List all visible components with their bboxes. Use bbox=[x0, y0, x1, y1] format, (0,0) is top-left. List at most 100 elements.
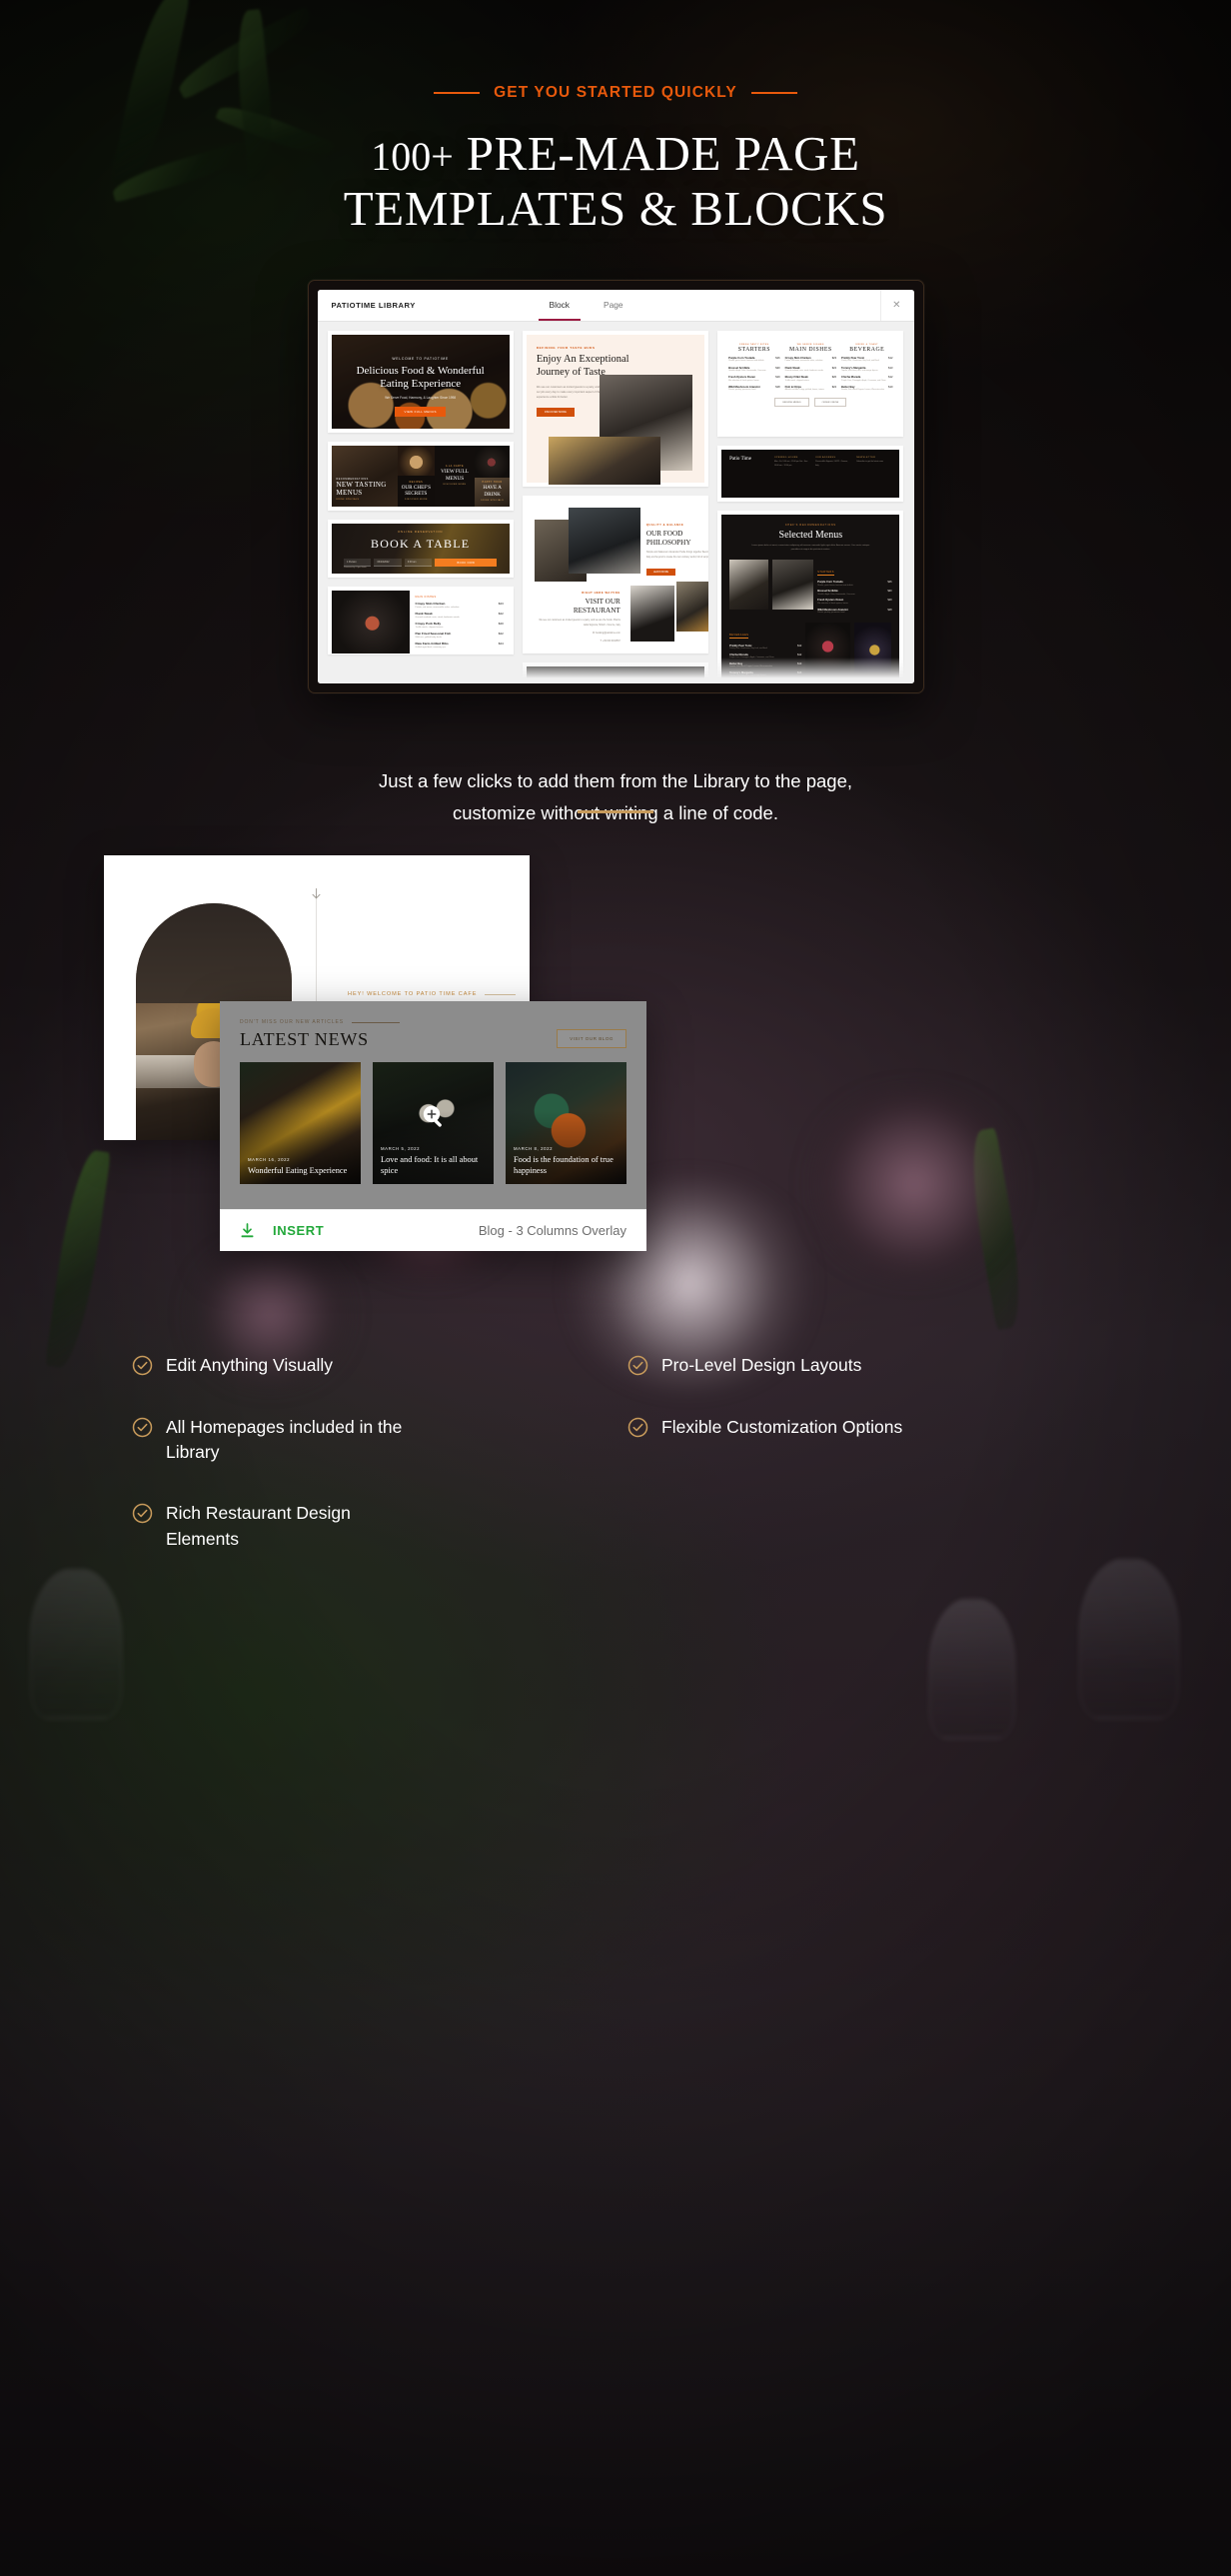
news-card-date: MARCH 8, 2022 bbox=[514, 1146, 554, 1152]
thumb-drink-title: HAVE A DRINK bbox=[483, 485, 502, 497]
thumb-menu-buttons: BROWSE MENUS ORDER ONLINE bbox=[728, 398, 892, 408]
thumb-menu-table: FRESH TASTY BITES STARTERS Purple Corn T… bbox=[721, 334, 900, 433]
thumb-journey-title-l2: Journey of Taste bbox=[536, 366, 606, 378]
zoom-in-icon[interactable] bbox=[421, 1103, 447, 1129]
dish-name: Pan Fried Seasonal Fish bbox=[415, 632, 452, 637]
library-block-grid[interactable]: WELCOME TO PATIOTIME Delicious Food & Wo… bbox=[317, 321, 914, 683]
thumb-book-button: BOOK NOW bbox=[435, 559, 498, 568]
block-card-footer[interactable]: Patio Time OPENING HOURS Mon - Fri: 9:00… bbox=[717, 445, 904, 502]
insert-button[interactable]: INSERT bbox=[240, 1222, 325, 1239]
menu-item: Crispy Skin Chicken $23 Potato, red onion,… bbox=[785, 357, 836, 363]
news-card-caption: MARCH 5, 2022 Love and food: It is all a… bbox=[381, 1146, 486, 1176]
tab-page[interactable]: Page bbox=[587, 290, 640, 321]
thumb-selected-lead: Lorem ipsum dolor sit amet, consectetuer… bbox=[751, 544, 870, 551]
block-card-selected-menus[interactable]: CHEF'S RECOMMENDATIONS Selected Menus Lo… bbox=[717, 510, 904, 683]
insert-label: INSERT bbox=[273, 1223, 325, 1239]
thumb-footer-col-3: NEWSLETTER Subscribe to get the latest n… bbox=[856, 457, 891, 491]
block-card-hero[interactable]: WELCOME TO PATIOTIME Delicious Food & Wo… bbox=[327, 330, 514, 433]
menu-item-desc: Ground seafood, oats, steak, bodrumin se… bbox=[784, 370, 823, 373]
thumb-alacarte-cta: DISCOVER MORE bbox=[443, 483, 467, 486]
thumb-dish-item: Raw Farm-Grilled Ribs $24 Grilled aged be… bbox=[416, 642, 504, 648]
preview-composition: HEY! WELCOME TO PATIO TIME CAFE OUR STOR… bbox=[0, 855, 1231, 1275]
thumb-journey-title-l1: Enjoy An Exceptional bbox=[536, 353, 629, 365]
block-card-tasting-menus[interactable]: RECOMMENDATIONS NEW TASTING MENUS DRINK … bbox=[327, 441, 514, 511]
feature-item: Flexible Customization Options bbox=[627, 1415, 1099, 1440]
dish-name: Flank Steak bbox=[415, 612, 433, 617]
menu-item: Purple Corn Tostada $16 Ricotta, goat chee… bbox=[728, 357, 779, 363]
headline-line-1: PRE-MADE PAGE bbox=[466, 126, 860, 181]
selected-item-price: $16 bbox=[887, 581, 892, 585]
block-card-wide-dark[interactable] bbox=[522, 661, 709, 683]
block-card-food-philosophy[interactable]: QUALITY & BALANCE OUR FOOD PHILOSOPHY Si… bbox=[522, 495, 709, 653]
selected-item: Fresh Oysters Dozen $19 Mix selection of f… bbox=[817, 599, 891, 605]
thumb-tasting-grid: RECOMMENDATIONS NEW TASTING MENUS DRINK … bbox=[331, 445, 510, 507]
thumb-visit-title-l1: VISIT OUR bbox=[585, 597, 620, 606]
thumb-dish-list: MAIN DISHES Crispy Skin Chicken $23 Potat… bbox=[331, 590, 510, 653]
menu-column-kicker: WE SERVE DISHES bbox=[796, 343, 824, 346]
subtitle-line-1: Just a few clicks to add them from the L… bbox=[378, 769, 853, 791]
thumb-book-field-date: 03/24/2022 bbox=[374, 559, 402, 568]
feature-label: All Homepages included in the Library bbox=[166, 1416, 403, 1463]
feature-label: Rich Restaurant Design Elements bbox=[166, 1503, 351, 1549]
thumb-visit-title: VISIT OUR RESTAURANT bbox=[535, 598, 620, 616]
tab-block[interactable]: Block bbox=[533, 290, 587, 321]
news-card[interactable]: MARCH 8, 2022 Food is the foundation of … bbox=[506, 1062, 626, 1185]
block-card-menu-table[interactable]: FRESH TASTY BITES STARTERS Purple Corn T… bbox=[717, 330, 904, 437]
dish-desc: Grilled aged beef, rosemary jus bbox=[415, 645, 446, 648]
thumb-philosophy-text: QUALITY & BALANCE OUR FOOD PHILOSOPHY Si… bbox=[645, 524, 709, 578]
block-card-journey-of-taste[interactable]: DEFINING YOUR TASTE BUDS Enjoy An Except… bbox=[522, 330, 709, 487]
thumb-drink-cta: DRINK SPECIALS bbox=[481, 499, 505, 502]
dish-name: Crispy Pork Belly bbox=[415, 622, 442, 627]
block-card-book-a-table[interactable]: ONLINE RESERVATION BOOK A TABLE 1 Person… bbox=[327, 519, 514, 578]
check-circle-icon bbox=[627, 1417, 648, 1437]
thumb-journey-image-bottom bbox=[548, 436, 660, 485]
thumb-journey-kicker: DEFINING YOUR TASTE BUDS bbox=[536, 345, 596, 350]
thumb-dish-item: Flank Steak $22 Ground seafood, oats, ste… bbox=[416, 612, 504, 619]
thumb-tasting-cell-2-text: RECIPES OUR CHEF'S SECRETS DISCOVER MORE bbox=[398, 476, 435, 507]
library-column-1: WELCOME TO PATIOTIME Delicious Food & Wo… bbox=[327, 330, 514, 683]
library-header: PATIOTIME LIBRARY Block Page ✕ bbox=[317, 289, 914, 322]
dish-price: $22 bbox=[498, 612, 504, 617]
visit-our-blog-button[interactable]: VISIT OUR BLOG bbox=[557, 1029, 626, 1049]
dish-price: $20 bbox=[498, 622, 504, 627]
feature-column-right: Pro-Level Design Layouts Flexible Custom… bbox=[627, 1353, 1099, 1588]
menu-item-name: Chicha Morada bbox=[841, 376, 861, 380]
dish-name: Raw Farm-Grilled Ribs bbox=[415, 642, 449, 646]
menu-column-head: WE SERVE DISHES MAIN DISHES bbox=[785, 344, 836, 353]
thumb-footer-brand-col: Patio Time bbox=[729, 457, 768, 491]
selected-item-desc: Purple Corn, Pineapple, Apple, Cinnamon,… bbox=[729, 656, 774, 659]
thumb-drink-title-l1: HAVE A bbox=[483, 485, 502, 492]
story-kicker-rule bbox=[485, 993, 516, 995]
dish-desc: Ground seafood, oats, steak, bodrumin se… bbox=[415, 616, 460, 619]
feature-item: Edit Anything Visually bbox=[132, 1353, 604, 1378]
close-icon[interactable]: ✕ bbox=[880, 289, 913, 321]
check-circle-icon bbox=[132, 1504, 153, 1524]
thumb-philosophy-title-l1: OUR FOOD bbox=[645, 529, 683, 538]
thumb-philosophy-body: Simple and balanced. Alexander Petite br… bbox=[645, 552, 709, 559]
thumb-hero-text: WELCOME TO PATIOTIME Delicious Food & Wo… bbox=[332, 357, 510, 418]
menu-item-desc: Mix selection of fresh oysters, lemon bbox=[728, 379, 759, 382]
page-title: 100+ PRE-MADE PAGE TEMPLATES & BLOCKS bbox=[0, 126, 1231, 237]
arrow-down-icon bbox=[312, 888, 321, 899]
block-card-dish-list[interactable]: MAIN DISHES Crispy Skin Chicken $23 Potat… bbox=[327, 586, 514, 654]
thumb-hero-sub: We Serve Food, Harmony, & Laughter Since… bbox=[385, 396, 457, 401]
thumb-hero: WELCOME TO PATIOTIME Delicious Food & Wo… bbox=[331, 334, 510, 429]
news-card[interactable]: MARCH 16, 2022 Wonderful Eating Experien… bbox=[240, 1062, 361, 1185]
news-card[interactable]: MARCH 5, 2022 Love and food: It is all a… bbox=[373, 1062, 494, 1185]
library-window: PATIOTIME LIBRARY Block Page ✕ WELCOME T… bbox=[307, 279, 924, 693]
menu-item-price: $22 bbox=[831, 366, 837, 370]
thumb-visit-phone: T: +39 000 0044567 bbox=[600, 640, 620, 643]
news-card-list: MARCH 16, 2022 Wonderful Eating Experien… bbox=[240, 1062, 626, 1185]
thumb-menu-button-order: ORDER ONLINE bbox=[813, 398, 847, 408]
thumb-tasting-caption: RECOMMENDATIONS NEW TASTING MENUS DRINK … bbox=[337, 478, 399, 501]
thumb-tasting-cell-3: A LA CARTE VIEW FULL MENUS DISCOVER MORE bbox=[434, 445, 476, 507]
menu-item-price: $12 bbox=[888, 376, 893, 380]
check-circle-icon bbox=[627, 1356, 648, 1376]
thumb-footer-col2-body: Piazza della Signoria, 50122 - Firenze, … bbox=[815, 460, 848, 467]
thumb-visit-email: M: booking@patiotime.com bbox=[592, 632, 620, 635]
thumb-footer-col1-body: Mon - Fri: 9:00 am - 11:00 pm Sat - Sun:… bbox=[773, 460, 808, 467]
menu-item: Chicha Morada $12 Purple Corn, Pineapple, … bbox=[841, 376, 892, 382]
thumb-menu-columns: FRESH TASTY BITES STARTERS Purple Corn T… bbox=[728, 344, 892, 392]
library-window-inner: PATIOTIME LIBRARY Block Page ✕ WELCOME T… bbox=[317, 289, 914, 683]
thumb-drink-title-l2: DRINK bbox=[484, 491, 501, 498]
